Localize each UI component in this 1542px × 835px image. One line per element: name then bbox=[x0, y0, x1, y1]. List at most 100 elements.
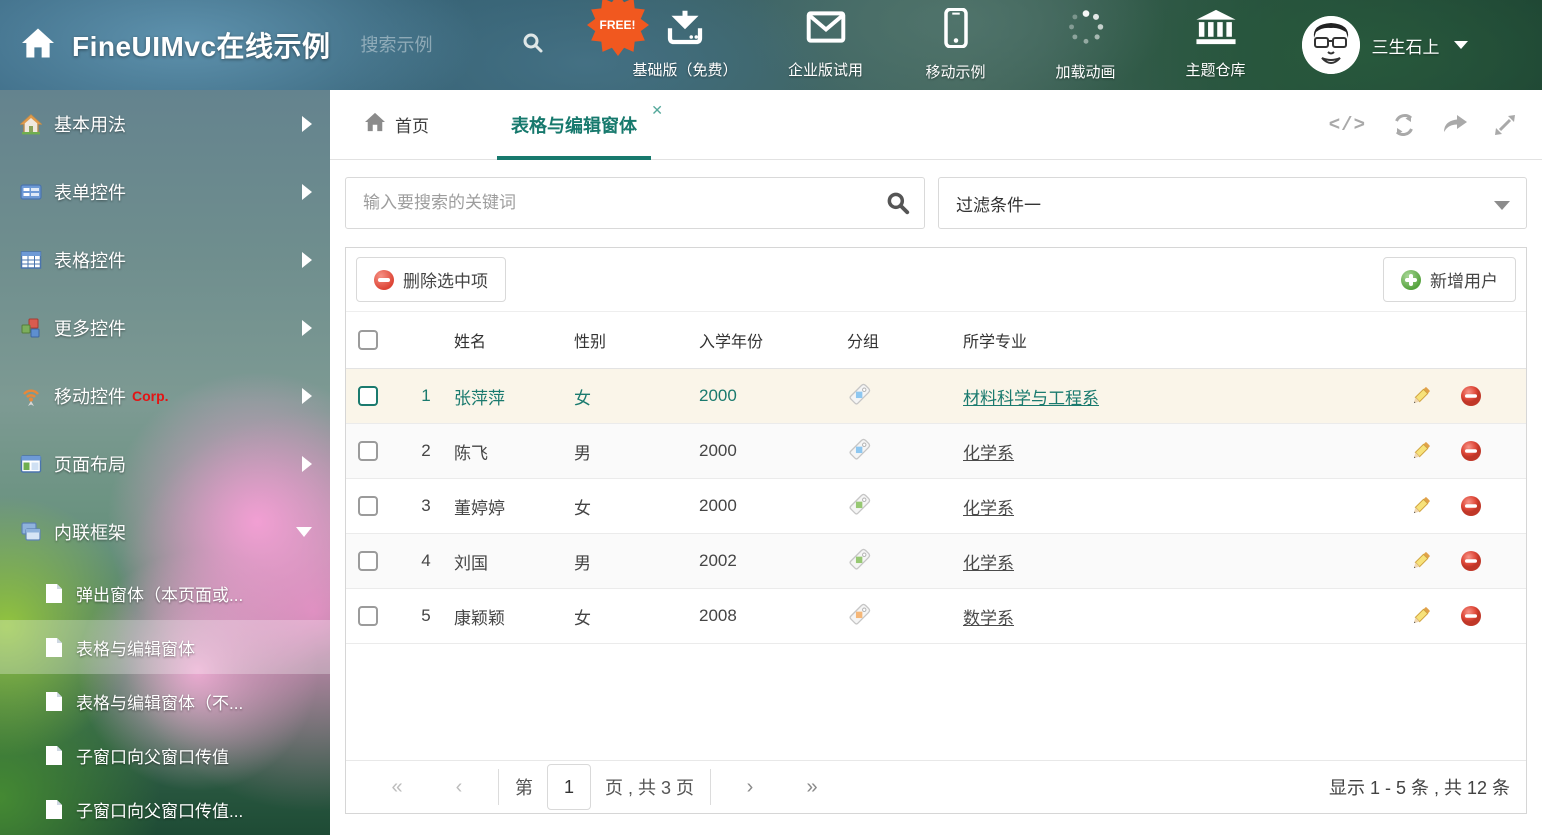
keyword-search-input[interactable] bbox=[345, 177, 925, 229]
minus-icon bbox=[374, 270, 394, 290]
share-icon[interactable] bbox=[1442, 114, 1468, 136]
sidebar-item[interactable]: 表单控件 bbox=[0, 158, 330, 226]
keyword-search bbox=[345, 177, 925, 229]
sidebar-sub-item[interactable]: 子窗口向父窗口传值... bbox=[0, 782, 330, 835]
cell-gender: 男 bbox=[574, 439, 699, 464]
sidebar-item[interactable]: 移动控件Corp. bbox=[0, 362, 330, 430]
user-menu[interactable]: 三生石上 bbox=[1302, 16, 1468, 74]
view-source-icon[interactable]: </> bbox=[1329, 114, 1366, 136]
tab-toolbar: </> bbox=[1329, 90, 1516, 160]
table-row[interactable]: 3董婷婷女2000化学系 bbox=[346, 479, 1526, 534]
sidebar-item-label: 移动控件 bbox=[54, 383, 126, 409]
column-header[interactable]: 姓名 bbox=[454, 328, 574, 352]
tag-icon bbox=[847, 436, 873, 467]
file-icon bbox=[45, 691, 63, 711]
tab-home[interactable]: 首页 bbox=[364, 112, 429, 137]
expand-icon[interactable] bbox=[1494, 114, 1516, 136]
cell-major-link[interactable]: 材料科学与工程系 bbox=[963, 389, 1099, 408]
row-checkbox[interactable] bbox=[358, 551, 378, 571]
header-nav-item[interactable]: 主题仓库 bbox=[1174, 8, 1258, 80]
last-page-button[interactable]: » bbox=[781, 776, 843, 799]
cell-name: 董婷婷 bbox=[454, 494, 574, 519]
cell-major-link[interactable]: 化学系 bbox=[963, 499, 1014, 518]
delete-row-icon[interactable] bbox=[1460, 495, 1482, 517]
sidebar-item[interactable]: 表格控件 bbox=[0, 226, 330, 294]
column-header[interactable]: 性别 bbox=[574, 328, 699, 352]
row-checkbox[interactable] bbox=[358, 606, 378, 626]
spinner-icon bbox=[1066, 8, 1106, 53]
filter-row: 过滤条件一 bbox=[330, 160, 1542, 229]
add-user-button[interactable]: 新增用户 bbox=[1383, 257, 1516, 302]
chevron-down-icon bbox=[1494, 201, 1510, 210]
filter-dropdown-value: 过滤条件一 bbox=[956, 191, 1041, 216]
sidebar-item[interactable]: 基本用法 bbox=[0, 90, 330, 158]
cell-major-link[interactable]: 数学系 bbox=[963, 609, 1014, 628]
cell-year: 2008 bbox=[699, 606, 847, 626]
plus-icon bbox=[1401, 270, 1421, 290]
tab-active-underline bbox=[497, 156, 651, 160]
header-nav-item[interactable]: FREE!基础版（免费） bbox=[633, 8, 738, 80]
row-checkbox[interactable] bbox=[358, 386, 378, 406]
pager-divider bbox=[710, 769, 711, 805]
next-page-button[interactable]: › bbox=[719, 776, 781, 799]
free-badge: FREE! bbox=[587, 0, 649, 56]
edit-pencil-icon[interactable] bbox=[1410, 385, 1432, 407]
cell-major-link[interactable]: 化学系 bbox=[963, 554, 1014, 573]
refresh-icon[interactable] bbox=[1392, 113, 1416, 137]
edit-pencil-icon[interactable] bbox=[1410, 495, 1432, 517]
search-icon[interactable] bbox=[885, 190, 911, 221]
record-count-summary: 显示 1 - 5 条 , 共 12 条 bbox=[1329, 774, 1510, 800]
delete-selected-button[interactable]: 删除选中项 bbox=[356, 257, 506, 302]
sidebar-sub-item[interactable]: 表格与编辑窗体 bbox=[0, 620, 330, 674]
row-index: 5 bbox=[398, 606, 454, 626]
delete-row-icon[interactable] bbox=[1460, 385, 1482, 407]
sidebar: 基本用法表单控件表格控件更多控件移动控件Corp.页面布局内联框架弹出窗体（本页… bbox=[0, 90, 330, 835]
avatar[interactable] bbox=[1302, 16, 1360, 74]
header-search-input[interactable] bbox=[361, 35, 521, 56]
header-search[interactable] bbox=[361, 31, 561, 60]
header-nav-item[interactable]: 企业版试用 bbox=[784, 8, 868, 80]
header-nav-item[interactable]: 移动示例 bbox=[914, 8, 998, 82]
first-page-button[interactable]: « bbox=[366, 776, 428, 799]
sidebar-sub-item-label: 表格与编辑窗体（不... bbox=[76, 689, 243, 714]
chevron-right-icon bbox=[302, 184, 312, 200]
filter-dropdown[interactable]: 过滤条件一 bbox=[938, 177, 1527, 229]
page-number-input[interactable]: 1 bbox=[547, 764, 591, 810]
layout-icon bbox=[20, 453, 42, 475]
prev-page-button[interactable]: ‹ bbox=[428, 776, 490, 799]
sidebar-item[interactable]: 页面布局 bbox=[0, 430, 330, 498]
column-header[interactable]: 分组 bbox=[847, 328, 963, 352]
edit-pencil-icon[interactable] bbox=[1410, 605, 1432, 627]
cell-major-link[interactable]: 化学系 bbox=[963, 444, 1014, 463]
column-header[interactable]: 所学专业 bbox=[963, 328, 1526, 352]
user-name: 三生石上 bbox=[1372, 33, 1440, 58]
column-header[interactable]: 入学年份 bbox=[699, 328, 847, 352]
logo[interactable]: FineUIMvc在线示例 bbox=[20, 25, 331, 65]
edit-pencil-icon[interactable] bbox=[1410, 550, 1432, 572]
header-nav-item[interactable]: 加载动画 bbox=[1044, 8, 1128, 82]
sidebar-sub-item[interactable]: 子窗口向父窗口传值 bbox=[0, 728, 330, 782]
sidebar-item[interactable]: 内联框架 bbox=[0, 498, 330, 566]
table-row[interactable]: 2陈飞男2000化学系 bbox=[346, 424, 1526, 479]
sidebar-sub-item[interactable]: 表格与编辑窗体（不... bbox=[0, 674, 330, 728]
row-checkbox[interactable] bbox=[358, 441, 378, 461]
sidebar-item-label: 内联框架 bbox=[54, 519, 126, 545]
row-checkbox[interactable] bbox=[358, 496, 378, 516]
delete-row-icon[interactable] bbox=[1460, 550, 1482, 572]
sidebar-item[interactable]: 更多控件 bbox=[0, 294, 330, 362]
cell-year: 2000 bbox=[699, 496, 847, 516]
tab-close-icon[interactable]: ✕ bbox=[651, 102, 663, 119]
tag-icon bbox=[847, 381, 873, 412]
select-all-checkbox[interactable] bbox=[358, 330, 378, 350]
sidebar-sub-item[interactable]: 弹出窗体（本页面或... bbox=[0, 566, 330, 620]
tab-active[interactable]: 表格与编辑窗体 ✕ bbox=[497, 90, 651, 160]
header-nav-label: 基础版（免费） bbox=[633, 59, 738, 80]
edit-pencil-icon[interactable] bbox=[1410, 440, 1432, 462]
table-row[interactable]: 5康颖颖女2008数学系 bbox=[346, 589, 1526, 644]
search-icon[interactable] bbox=[521, 31, 545, 60]
table-row[interactable]: 1张萍萍女2000材料科学与工程系 bbox=[346, 369, 1526, 424]
delete-row-icon[interactable] bbox=[1460, 605, 1482, 627]
grid-icon bbox=[20, 249, 42, 271]
delete-row-icon[interactable] bbox=[1460, 440, 1482, 462]
table-row[interactable]: 4刘国男2002化学系 bbox=[346, 534, 1526, 589]
